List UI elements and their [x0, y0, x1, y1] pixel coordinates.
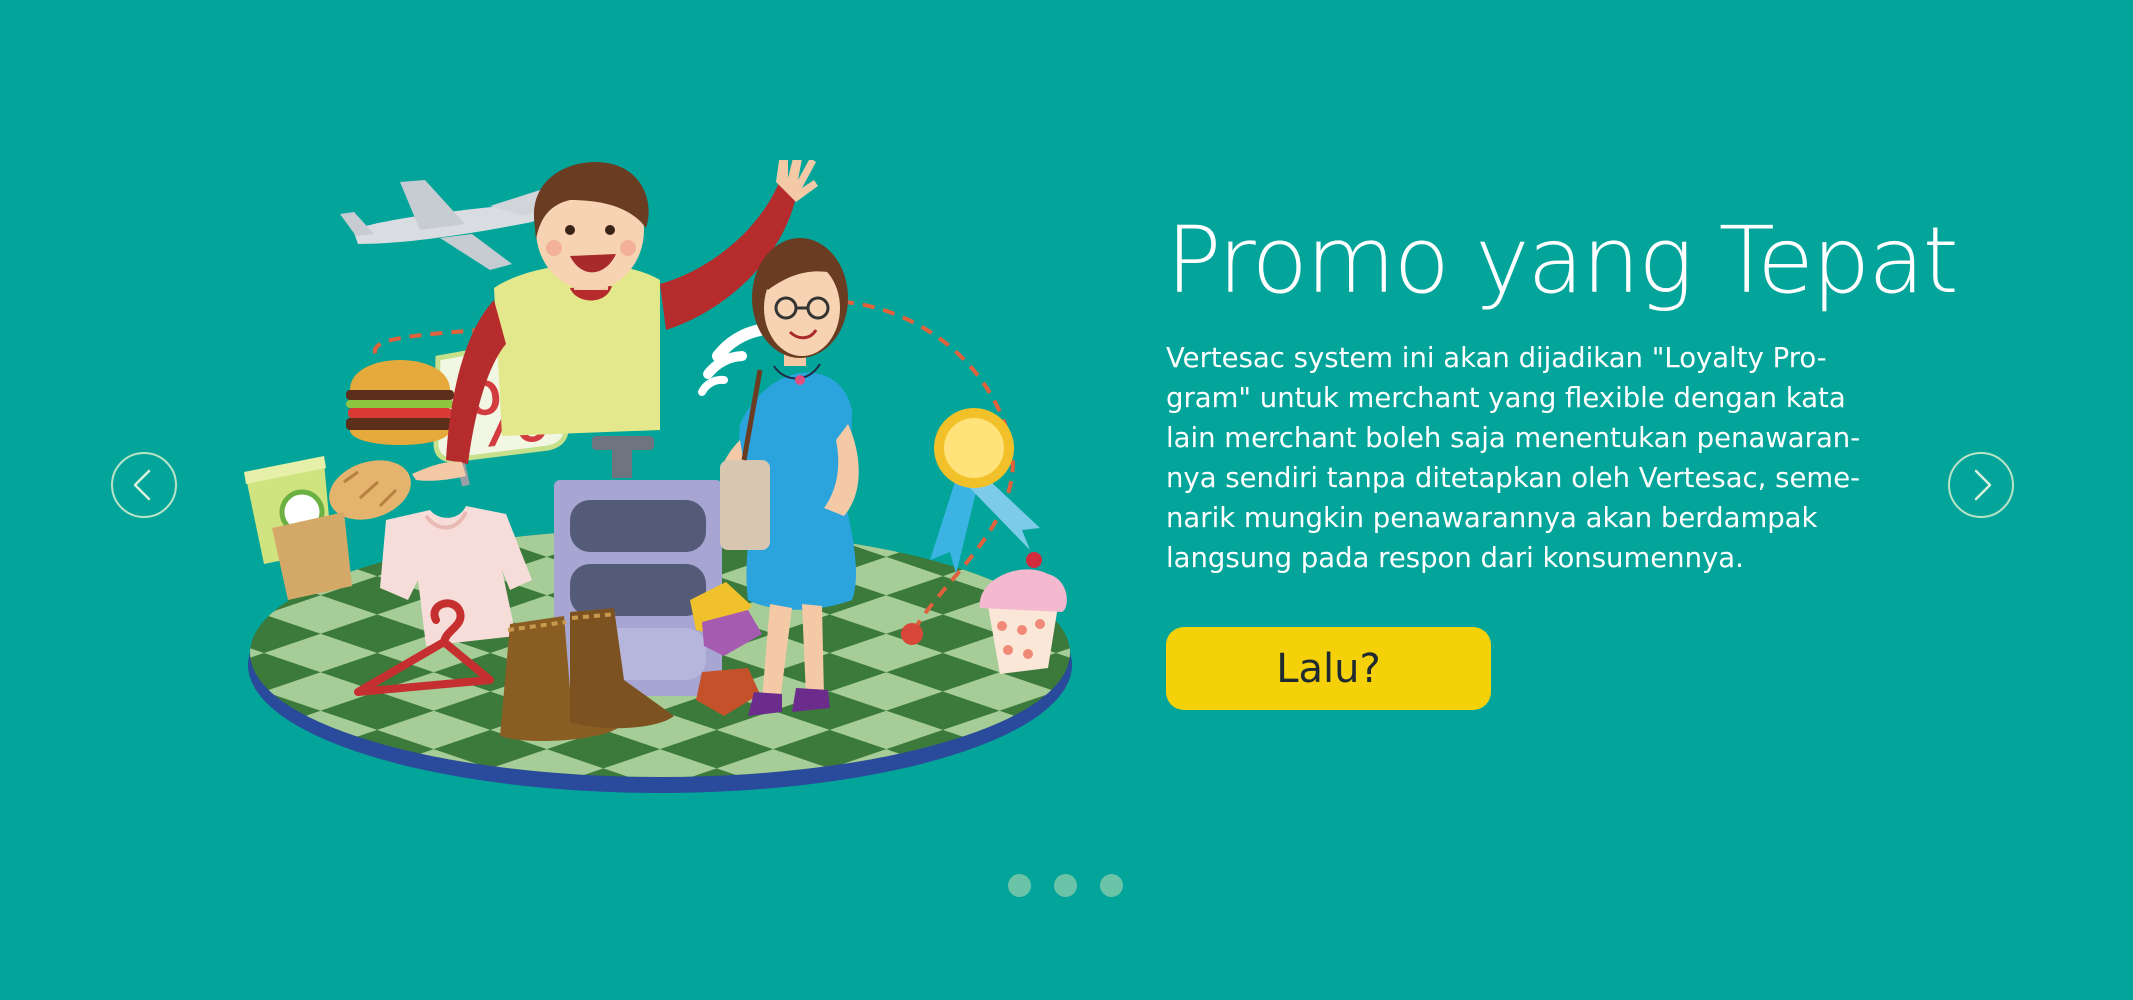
airplane-icon	[340, 180, 552, 270]
description-line: langsung pada respon dari konsumennya.	[1166, 542, 1744, 574]
prev-slide-button[interactable]	[111, 452, 177, 518]
description-line: gram" untuk merchant yang flexible denga…	[1166, 382, 1846, 414]
slide-description: Vertesac system ini akan dijadikan "Loya…	[1166, 338, 1886, 578]
description-line: Vertesac system ini akan dijadikan "Loya…	[1166, 342, 1827, 374]
medal-icon	[930, 408, 1040, 574]
slide-dot-1[interactable]	[1008, 874, 1031, 897]
chevron-right-icon	[1974, 469, 1992, 501]
path-end-dot	[901, 623, 923, 645]
slide-title: Promo yang Tepat	[1166, 207, 1959, 314]
slide-pagination	[1008, 874, 1128, 898]
description-line: nya sendiri tanpa ditetapkan oleh Vertes…	[1166, 462, 1861, 494]
wifi-icon	[698, 324, 766, 396]
slide-dot-3[interactable]	[1100, 874, 1123, 897]
lalu-button[interactable]: Lalu?	[1166, 627, 1491, 710]
hero-slider: %	[0, 0, 2133, 1000]
burger-icon	[346, 360, 454, 445]
slide-dot-2[interactable]	[1054, 874, 1077, 897]
drink-cups-icon	[244, 456, 352, 600]
next-slide-button[interactable]	[1948, 452, 2014, 518]
description-line: lain merchant boleh saja menentukan pena…	[1166, 422, 1861, 454]
description-line: narik mungkin penawarannya akan berdampa…	[1166, 502, 1818, 534]
shopping-illustration: %	[244, 160, 1072, 793]
chevron-left-icon	[133, 469, 151, 501]
